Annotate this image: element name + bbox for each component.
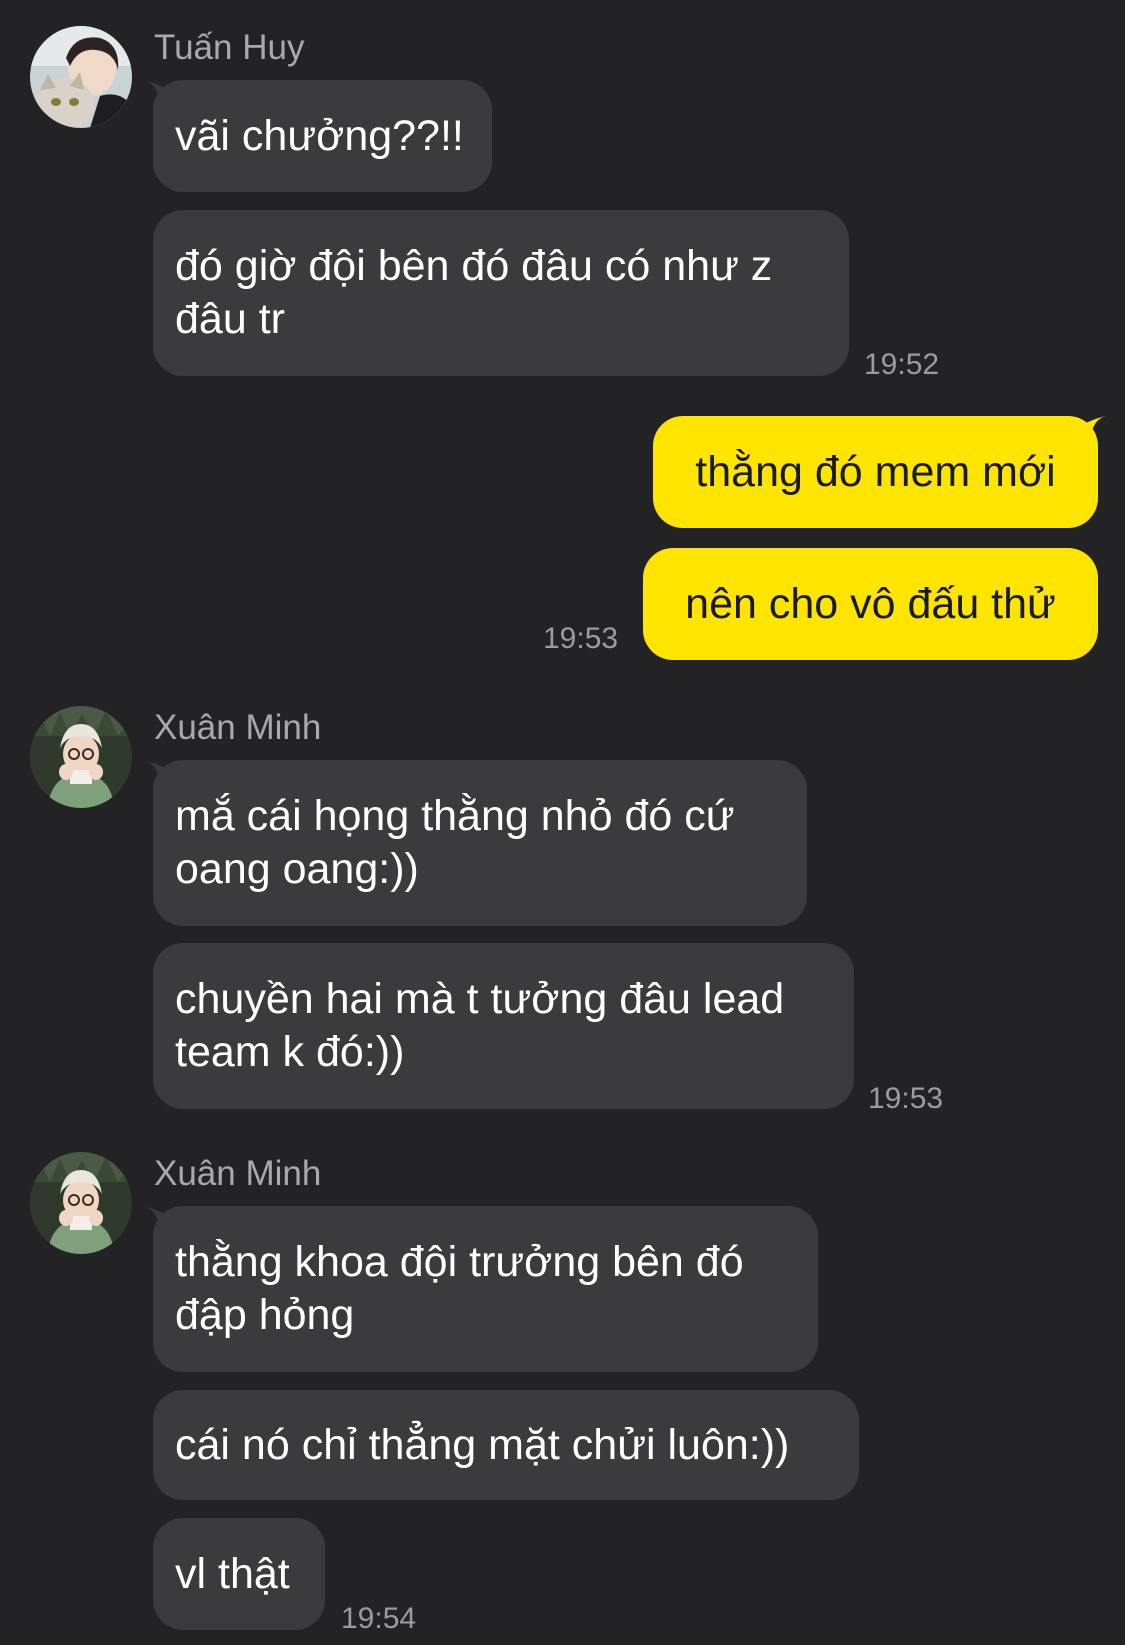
sender-name: Xuân Minh <box>154 1154 322 1193</box>
message-bubble[interactable]: mắ cái họng thằng nhỏ đó cứ oang oang:)) <box>153 760 807 926</box>
message-bubble-outgoing[interactable]: thằng đó mem mới <box>653 416 1098 528</box>
bubble-tail-outgoing <box>1070 416 1106 452</box>
message-bubble[interactable]: chuyền hai mà t tưởng đâu lead team k đó… <box>153 943 854 1109</box>
message-bubble[interactable]: vl thật <box>153 1518 325 1630</box>
sender-name: Xuân Minh <box>154 708 322 747</box>
avatar-tuan-huy[interactable] <box>30 26 132 128</box>
avatar-xuan-minh[interactable] <box>30 706 132 808</box>
message-timestamp: 19:54 <box>341 1602 417 1635</box>
avatar-xuan-minh[interactable] <box>30 1152 132 1254</box>
message-timestamp: 19:53 <box>868 1082 944 1115</box>
avatar-photo-icon <box>30 26 132 128</box>
message-bubble[interactable]: cái nó chỉ thẳng mặt chửi luôn:)) <box>153 1390 859 1500</box>
message-bubble-outgoing[interactable]: nên cho vô đấu thử <box>643 548 1098 660</box>
message-timestamp: 19:53 <box>543 622 619 655</box>
avatar-photo-icon <box>30 706 132 808</box>
avatar-photo-icon <box>30 1152 132 1254</box>
sender-name: Tuấn Huy <box>154 28 305 67</box>
message-bubble[interactable]: thằng khoa đội trưởng bên đó đập hỏng <box>153 1206 818 1372</box>
message-bubble[interactable]: vãi chưởng??!! <box>153 80 492 192</box>
message-bubble[interactable]: đó giờ đội bên đó đâu có như z đâu tr <box>153 210 849 376</box>
message-timestamp: 19:52 <box>864 348 940 381</box>
